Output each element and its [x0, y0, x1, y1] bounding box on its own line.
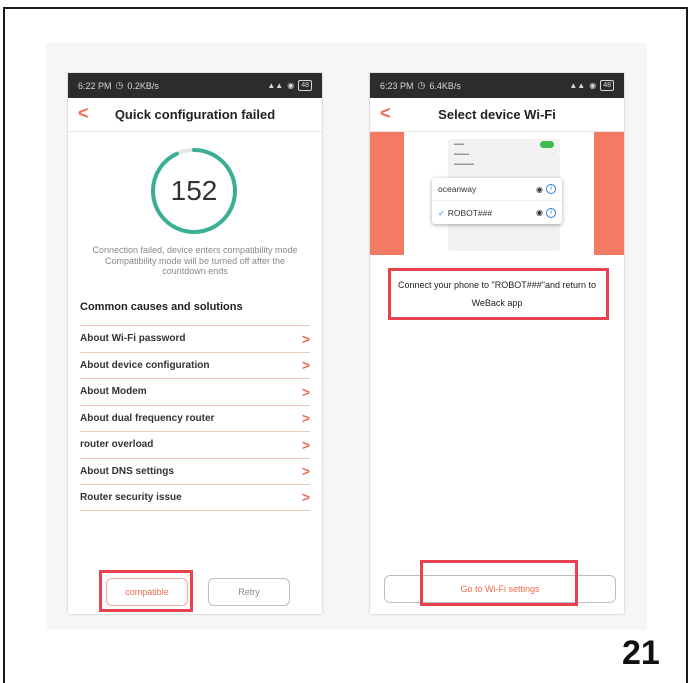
countdown-value: 152	[170, 175, 218, 206]
retry-button[interactable]: Retry	[208, 578, 290, 606]
phone-screenshot-quick-config-failed: 6:22 PM ◷ 0.2KB/s ▲▲ ◉ 48 < Quick config…	[68, 73, 322, 614]
wifi-signal-icon: ◉	[536, 208, 543, 217]
cause-label: Router security issue	[80, 491, 182, 503]
cause-item-dual-frequency-router[interactable]: About dual frequency router >	[80, 404, 310, 432]
chevron-right-icon: >	[301, 357, 310, 374]
cause-label: About device configuration	[80, 359, 210, 371]
status-bar: 6:23 PM ◷ 6.4KB/s ▲▲ ◉ 48	[370, 73, 624, 98]
mini-info-icon: ◦	[552, 151, 554, 157]
cause-item-device-configuration[interactable]: About device configuration >	[80, 351, 310, 379]
cause-item-wifi-password[interactable]: About Wi-Fi password >	[80, 325, 310, 352]
chevron-right-icon: >	[301, 489, 310, 506]
screen-title: Select device Wi-Fi	[438, 107, 556, 122]
battery-icon: 48	[600, 80, 614, 91]
cause-item-router-security[interactable]: Router security issue >	[80, 484, 310, 511]
page-number: 21	[622, 634, 660, 672]
cause-item-dns-settings[interactable]: About DNS settings >	[80, 457, 310, 485]
preview-accent-right	[594, 132, 624, 255]
nav-bar: < Select device Wi-Fi	[370, 98, 624, 132]
cause-item-router-overload[interactable]: router overload >	[80, 431, 310, 458]
chevron-right-icon: >	[301, 410, 310, 427]
wifi-list-item[interactable]: oceanway ◉ i	[432, 178, 562, 201]
causes-heading: Common causes and solutions	[80, 301, 243, 313]
causes-list: About Wi-Fi password > About device conf…	[80, 325, 310, 511]
chevron-right-icon: >	[301, 330, 310, 347]
chevron-right-icon: >	[301, 383, 310, 400]
wifi-status-icon: ◉	[589, 81, 597, 90]
chevron-right-icon: >	[301, 436, 310, 453]
signal-icon: ▲▲	[569, 81, 586, 90]
battery-icon: 48	[298, 80, 312, 91]
back-arrow-icon[interactable]: <	[380, 103, 391, 124]
chevron-right-icon: >	[301, 463, 310, 480]
status-bar: 6:22 PM ◷ 0.2KB/s ▲▲ ◉ 48	[68, 73, 322, 98]
nav-bar: < Quick configuration failed	[68, 98, 322, 132]
back-arrow-icon[interactable]: <	[78, 103, 89, 124]
wifi-status-icon: ◉	[287, 81, 295, 90]
wifi-settings-preview: ▬▬ ▬▬▬ ◦ ▬▬▬▬ oceanway ◉ i ✓ ROBOT### ◉ i	[370, 132, 624, 255]
cause-label: router overload	[80, 439, 154, 451]
go-to-wifi-settings-button[interactable]: Go to Wi-Fi settings	[384, 575, 616, 603]
cause-label: About Modem	[80, 386, 147, 398]
status-time: 6:23 PM	[380, 80, 414, 91]
mini-wifi-label: ▬▬	[454, 141, 464, 147]
mini-network-label: ▬▬▬	[454, 151, 469, 157]
countdown-ring: 152	[148, 145, 240, 237]
checkmark-icon: ✓	[438, 208, 445, 218]
preview-accent-left	[370, 132, 404, 255]
status-speed: 6.4KB/s	[429, 80, 461, 91]
alarm-icon: ◷	[115, 80, 124, 90]
wifi-network-name: oceanway	[438, 184, 477, 194]
screen-title: Quick configuration failed	[114, 107, 276, 122]
cause-label: About DNS settings	[80, 465, 174, 477]
failure-message: Connection failed, device enters compati…	[92, 245, 298, 276]
wifi-signal-icon: ◉	[536, 184, 543, 194]
status-time: 6:22 PM	[78, 80, 112, 91]
status-speed: 0.2KB/s	[127, 80, 159, 91]
connect-instruction: Connect your phone to "ROBOT###"and retu…	[397, 280, 596, 308]
mini-section-label: ▬▬▬▬	[454, 161, 474, 167]
phone-screenshot-select-device-wifi: 6:23 PM ◷ 6.4KB/s ▲▲ ◉ 48 < Select devic…	[370, 73, 624, 614]
wifi-toggle-icon	[540, 140, 554, 148]
signal-icon: ▲▲	[267, 81, 284, 90]
compatible-button[interactable]: compatible	[106, 578, 188, 606]
cause-label: About Wi-Fi password	[80, 333, 186, 345]
alarm-icon: ◷	[417, 80, 426, 90]
info-icon[interactable]: i	[546, 184, 556, 194]
cause-label: About dual frequency router	[80, 412, 215, 424]
wifi-network-name: ROBOT###	[447, 207, 493, 218]
info-icon[interactable]: i	[546, 207, 556, 218]
cause-item-modem[interactable]: About Modem >	[80, 378, 310, 405]
wifi-list-popup: oceanway ◉ i ✓ ROBOT### ◉ i	[432, 178, 562, 224]
wifi-list-item-selected[interactable]: ✓ ROBOT### ◉ i	[432, 201, 562, 224]
